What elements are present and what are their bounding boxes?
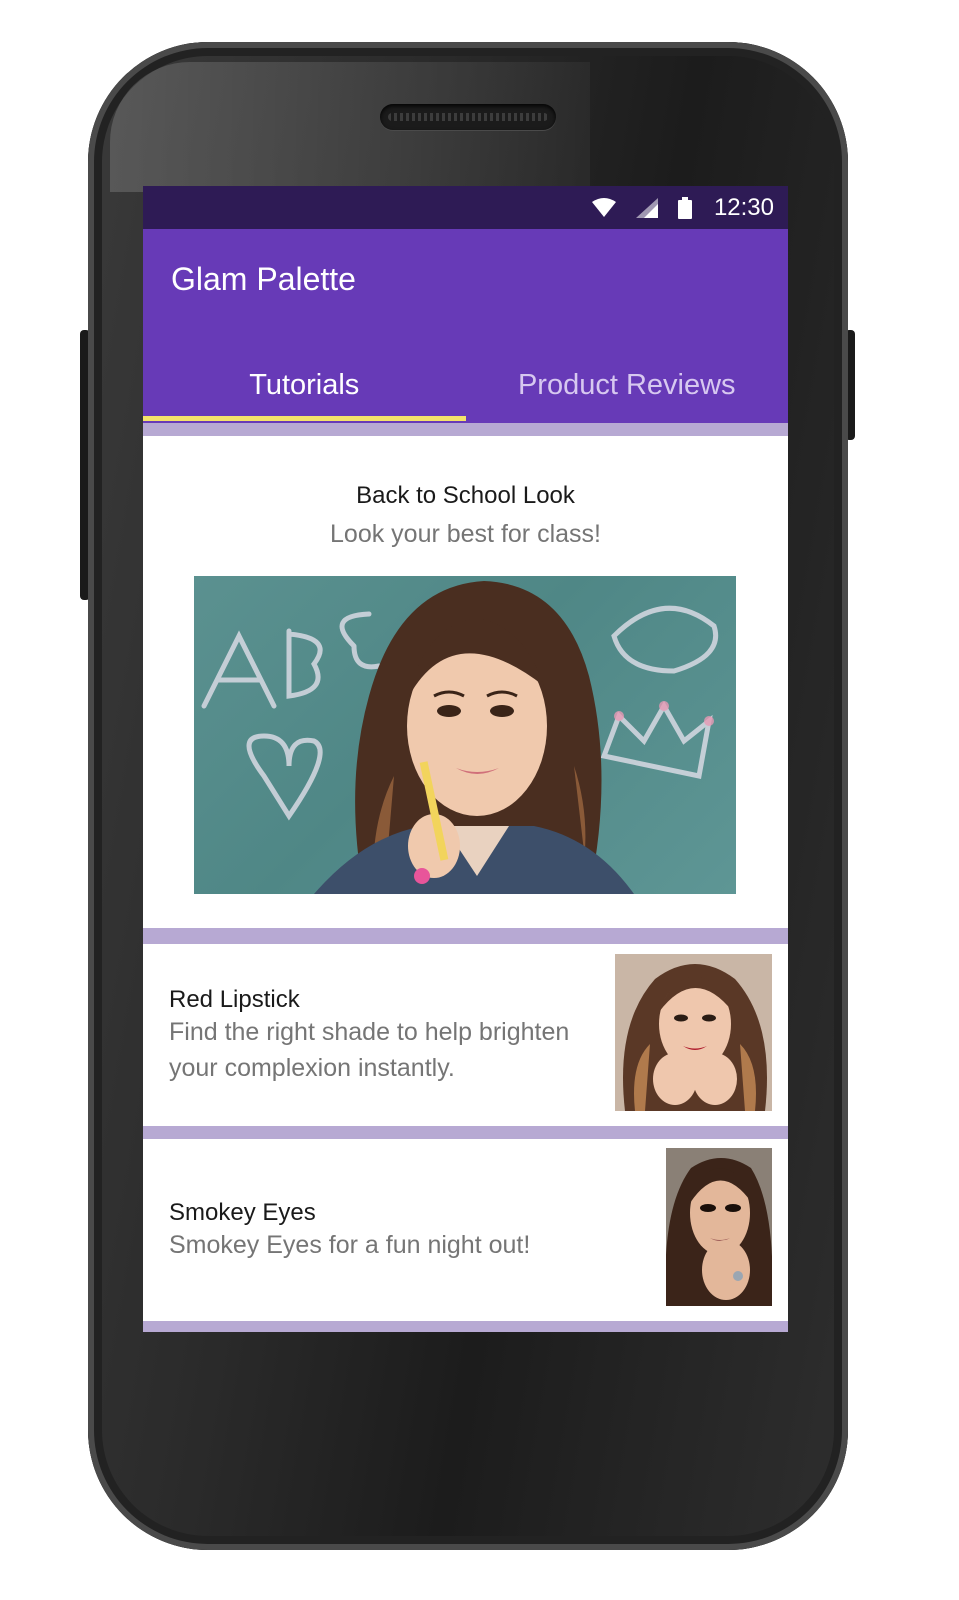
app-bar: Glam Palette Tutorials Product Reviews bbox=[143, 229, 788, 423]
tab-tutorials[interactable]: Tutorials bbox=[143, 347, 466, 423]
battery-icon bbox=[677, 196, 692, 219]
wifi-icon bbox=[591, 197, 616, 218]
list-item-description: Find the right shade to help brighten yo… bbox=[169, 1014, 569, 1086]
signal-icon bbox=[635, 197, 658, 218]
thumbnail-image bbox=[666, 1148, 772, 1306]
app-screen: 12:30 Glam Palette Tutorials Product Rev… bbox=[143, 186, 788, 1332]
tab-product-reviews[interactable]: Product Reviews bbox=[466, 347, 789, 423]
list-item-title: Smokey Eyes bbox=[169, 1199, 316, 1226]
description-line: Find the right shade to help brighten bbox=[169, 1018, 570, 1046]
earpiece-speaker bbox=[380, 104, 556, 130]
tab-bar: Tutorials Product Reviews bbox=[143, 347, 788, 423]
list-item-title: Red Lipstick bbox=[169, 986, 300, 1013]
app-title: Glam Palette bbox=[171, 261, 356, 297]
description-line: your complexion instantly. bbox=[169, 1054, 455, 1082]
featured-image bbox=[194, 576, 736, 894]
tab-indicator bbox=[143, 416, 466, 421]
list-item[interactable]: Smokey Eyes Smokey Eyes for a fun night … bbox=[143, 1139, 788, 1321]
status-time: 12:30 bbox=[713, 193, 774, 221]
list-item[interactable]: Red Lipstick Find the right shade to hel… bbox=[143, 944, 788, 1126]
featured-title: Back to School Look bbox=[356, 482, 575, 509]
description-line: Smokey Eyes for a fun night out! bbox=[169, 1231, 531, 1259]
list-divider bbox=[143, 1321, 788, 1332]
featured-subtitle: Look your best for class! bbox=[330, 520, 601, 548]
list-item-description: Smokey Eyes for a fun night out! bbox=[169, 1227, 530, 1263]
thumbnail-image bbox=[615, 954, 772, 1111]
status-bar: 12:30 bbox=[143, 186, 788, 229]
featured-card[interactable]: Back to School Look Look your best for c… bbox=[143, 436, 788, 928]
